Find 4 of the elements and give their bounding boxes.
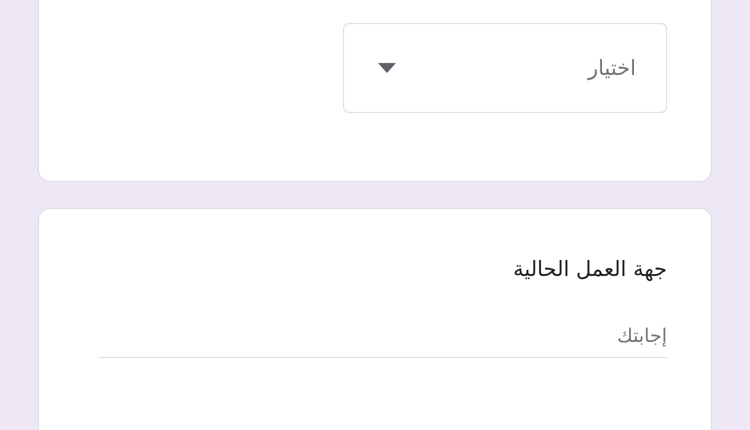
caret-icon xyxy=(378,63,396,73)
question-title: جهة العمل الحالية xyxy=(513,257,667,281)
answer-field[interactable]: إجابتك xyxy=(99,319,667,358)
dropdown[interactable]: اختيار xyxy=(343,23,667,113)
